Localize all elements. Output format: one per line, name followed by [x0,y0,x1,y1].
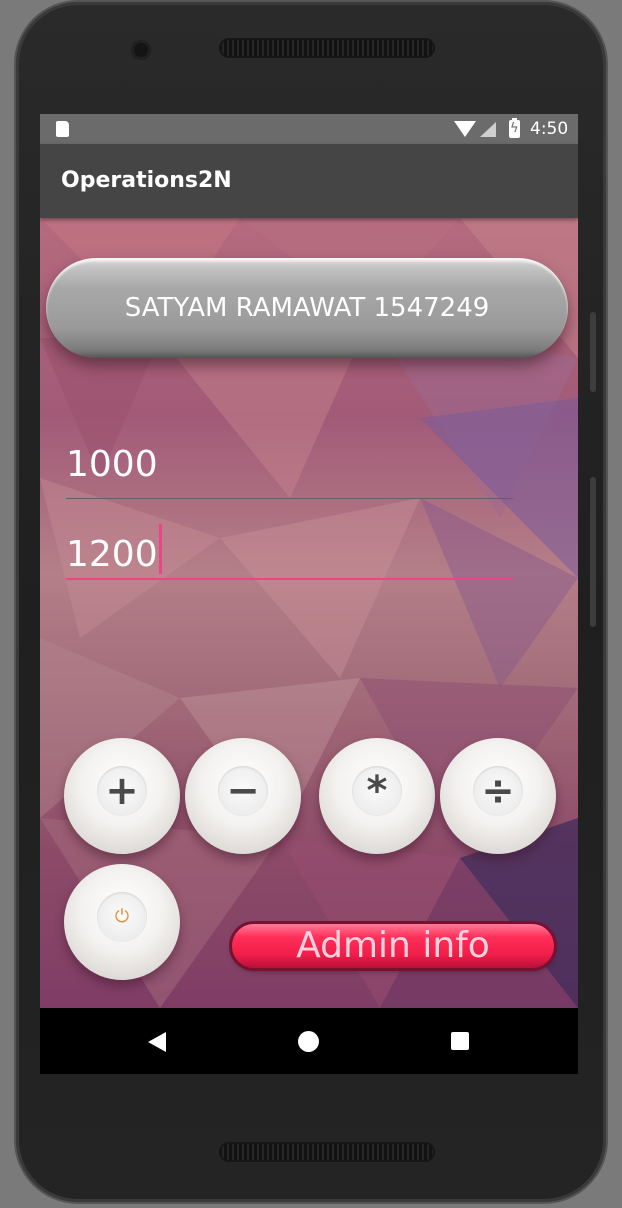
power-icon: ⏻ [97,892,147,942]
multiply-button[interactable]: * [319,738,435,854]
second-number-value: 1200 [66,534,158,575]
admin-info-button[interactable]: Admin info [232,924,554,968]
first-number-value: 1000 [66,444,158,485]
recents-icon[interactable] [451,1032,469,1050]
wifi-icon [454,121,476,137]
status-bar: 4:50 [40,114,578,144]
navigation-bar [40,1008,578,1074]
volume-button [590,312,596,392]
text-cursor [158,524,162,574]
minus-icon: − [218,766,268,816]
second-number-input[interactable]: 1200 [66,524,513,584]
sd-card-icon [56,121,69,137]
second-input-underline [66,578,513,580]
app-bar: Operations2N [40,144,578,218]
side-button [590,477,596,627]
add-button[interactable]: + [64,738,180,854]
first-number-input[interactable]: 1000 [66,444,513,504]
app-title: Operations2N [61,168,232,193]
power-button[interactable]: ⏻ [64,864,180,980]
divide-icon: ÷ [473,766,523,816]
multiply-icon: * [352,766,402,816]
home-icon[interactable] [298,1031,319,1052]
name-button[interactable]: SATYAM RAMAWAT 1547249 [46,258,568,358]
subtract-button[interactable]: − [185,738,301,854]
status-time: 4:50 [530,119,569,139]
main-content: SATYAM RAMAWAT 1547249 1000 1200 + − * ÷… [40,218,578,1008]
bottom-speaker [219,1142,435,1162]
cell-signal-icon [480,122,496,137]
top-speaker [219,38,435,58]
divide-button[interactable]: ÷ [440,738,556,854]
first-input-underline [66,498,513,499]
front-camera [131,40,151,60]
plus-icon: + [97,766,147,816]
screen: 4:50 Operations2N SATYAM RAMAWAT 1547249 [40,114,578,1074]
battery-charging-icon [509,118,520,138]
back-icon[interactable] [148,1032,166,1052]
